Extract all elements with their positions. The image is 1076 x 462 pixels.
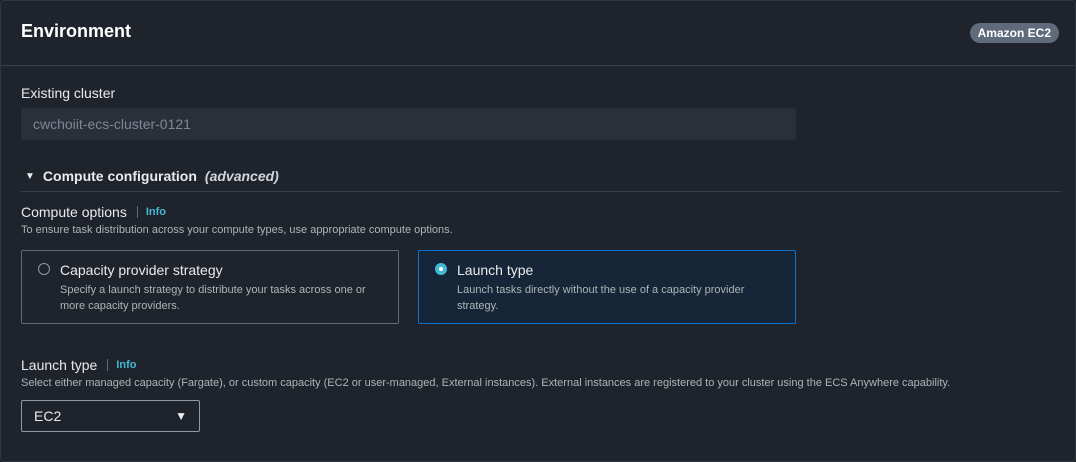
launch-type-select[interactable]: EC2 ▼ [21, 400, 200, 432]
compute-configuration-toggle[interactable]: ▼ Compute configuration (advanced) [25, 168, 279, 184]
tile-description: Launch tasks directly without the use of… [457, 284, 745, 312]
radio-launch-type[interactable] [435, 263, 447, 275]
compute-options-description: To ensure task distribution across your … [21, 224, 453, 236]
radio-capacity-provider-strategy[interactable] [38, 263, 50, 275]
tile-launch-type[interactable]: Launch type Launch tasks directly withou… [418, 250, 796, 324]
launch-type-select-value: EC2 [34, 408, 62, 424]
section-divider [21, 191, 1061, 192]
existing-cluster-label: Existing cluster [21, 85, 116, 101]
compute-configuration-label: Compute configuration [42, 168, 197, 184]
panel-title: Environment [21, 21, 132, 41]
tile-title: Launch type [457, 262, 534, 278]
tile-description: Specify a launch strategy to distribute … [60, 284, 366, 312]
platform-badge: Amazon EC2 [969, 23, 1059, 43]
panel-header: Environment Amazon EC2 [1, 1, 1075, 66]
compute-options-row: Compute options Info [21, 204, 166, 220]
tile-capacity-provider-strategy[interactable]: Capacity provider strategy Specify a lau… [21, 250, 399, 324]
advanced-label: (advanced) [204, 168, 279, 184]
compute-options-info-link[interactable]: Info [136, 206, 166, 218]
launch-type-row: Launch type Info [21, 357, 136, 373]
environment-panel: Environment Amazon EC2 Existing cluster … [0, 0, 1076, 462]
compute-options-label: Compute options [21, 204, 127, 220]
tile-title: Capacity provider strategy [60, 262, 223, 278]
existing-cluster-field: cwchoiit-ecs-cluster-0121 [21, 108, 796, 140]
caret-down-icon: ▼ [175, 409, 187, 423]
launch-type-description: Select either managed capacity (Fargate)… [21, 377, 951, 389]
launch-type-label: Launch type [21, 357, 98, 373]
caret-down-icon: ▼ [25, 170, 35, 182]
launch-type-info-link[interactable]: Info [107, 359, 136, 371]
